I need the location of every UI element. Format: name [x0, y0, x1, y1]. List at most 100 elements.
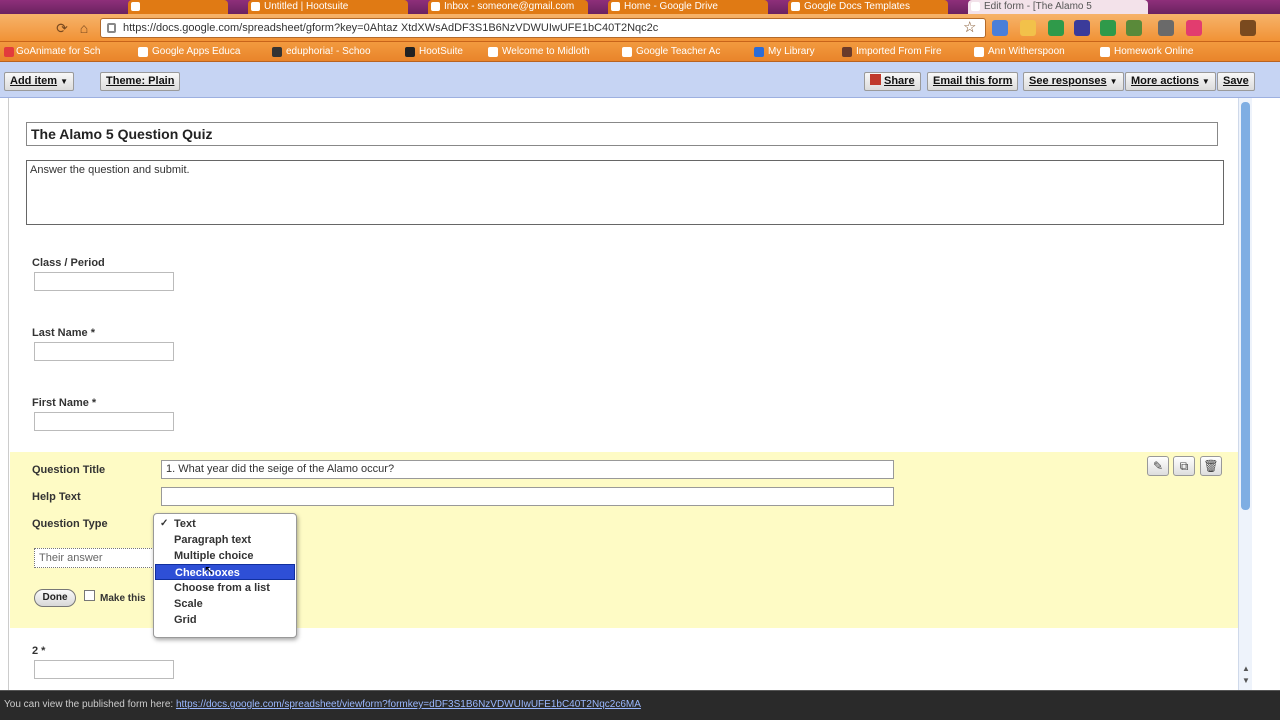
done-button[interactable]: Done — [34, 589, 76, 607]
scroll-up-icon[interactable]: ▲ — [1242, 664, 1250, 673]
extension-icon[interactable] — [1048, 20, 1064, 36]
theme-label: Theme: Plain — [106, 75, 175, 87]
see-responses-label: See responses — [1029, 75, 1107, 87]
email-form-button[interactable]: Email this form — [927, 72, 1019, 91]
bookmark-favicon-icon — [974, 47, 984, 57]
extension-icon[interactable] — [1100, 20, 1116, 36]
bookmark-favicon-icon — [272, 47, 282, 57]
bookmark-star-icon[interactable]: ☆ — [963, 18, 976, 36]
extension-icon[interactable] — [1020, 20, 1036, 36]
bookmark-item[interactable]: Google Teacher Ac — [620, 44, 720, 60]
menu-item-text[interactable]: ✓ Text — [155, 516, 295, 532]
browser-tab[interactable]: Inbox - someone@gmail.com — [428, 0, 588, 14]
field-input-first-name — [34, 412, 174, 431]
make-required-checkbox[interactable] — [84, 590, 95, 601]
tab-favicon-icon — [791, 2, 800, 11]
menu-item-multiple-choice[interactable]: Multiple choice — [155, 548, 295, 564]
duplicate-icon[interactable]: ⧉ — [1173, 456, 1195, 476]
menu-item-paragraph-text[interactable]: Paragraph text — [155, 532, 295, 548]
bookmark-favicon-icon — [488, 47, 498, 57]
lock-icon — [107, 23, 116, 33]
field-label-class-period: Class / Period — [32, 257, 105, 269]
browser-tab-strip: Untitled | Hootsuite Inbox - someone@gma… — [0, 0, 1280, 14]
field-label-last-name: Last Name * — [32, 327, 95, 339]
settings-wrench-icon[interactable] — [1240, 20, 1256, 36]
question-title-label: Question Title — [32, 464, 106, 476]
browser-tab[interactable]: Google Docs Templates — [788, 0, 948, 14]
mouse-pointer-icon: ↖ — [204, 563, 215, 577]
extension-icon[interactable] — [992, 20, 1008, 36]
form-editor-toolbar: Add item ▼ Theme: Plain Share Email this … — [0, 62, 1280, 98]
published-form-notice-text: You can view the published form here: — [4, 699, 174, 710]
bookmark-item[interactable]: Homework Online — [1098, 44, 1193, 60]
scroll-down-icon[interactable]: ▼ — [1242, 676, 1250, 685]
browser-tab-active[interactable]: Edit form - [The Alamo 5 — [968, 0, 1148, 14]
extension-icon[interactable] — [1158, 20, 1174, 36]
save-label: Save — [1223, 75, 1249, 87]
help-text-input[interactable] — [161, 487, 894, 506]
help-text-label: Help Text — [32, 491, 81, 503]
page-scrollbar[interactable]: ▲ ▼ — [1238, 98, 1252, 690]
question-2-label: 2 * — [32, 645, 46, 657]
tab-favicon-icon — [131, 2, 140, 11]
share-label: Share — [884, 75, 915, 87]
home-icon[interactable]: ⌂ — [76, 20, 92, 36]
published-form-notice: You can view the published form here: ht… — [4, 699, 641, 710]
tab-favicon-icon — [251, 2, 260, 11]
tab-favicon-icon — [971, 2, 980, 11]
status-bar: You can view the published form here: ht… — [0, 690, 1280, 720]
question-type-label: Question Type — [32, 518, 108, 530]
theme-button[interactable]: Theme: Plain — [100, 72, 181, 91]
address-bar[interactable]: https://docs.google.com/spreadsheet/gfor… — [100, 18, 986, 38]
bookmark-favicon-icon — [622, 47, 632, 57]
extension-icon[interactable] — [1126, 20, 1142, 36]
more-actions-button[interactable]: More actions ▼ — [1125, 72, 1216, 91]
question-2-input — [34, 660, 174, 679]
add-item-button[interactable]: Add item ▼ — [4, 72, 74, 91]
menu-item-checkboxes[interactable]: Checkboxes — [155, 564, 295, 580]
checkmark-icon: ✓ — [160, 518, 169, 529]
form-description-input[interactable]: Answer the question and submit. — [26, 160, 1224, 225]
browser-tab[interactable] — [128, 0, 228, 14]
reload-icon[interactable]: ⟳ — [54, 20, 70, 36]
form-title-input[interactable]: The Alamo 5 Question Quiz — [26, 122, 1218, 146]
question-type-menu: ✓ Text Paragraph text Multiple choice Che… — [153, 513, 297, 638]
bookmark-favicon-icon — [405, 47, 415, 57]
field-label-first-name: First Name * — [32, 397, 97, 409]
extension-icon[interactable] — [1074, 20, 1090, 36]
menu-item-grid[interactable]: Grid — [155, 612, 295, 628]
bookmark-item[interactable]: Imported From Fire — [840, 44, 942, 60]
see-responses-button[interactable]: See responses ▼ — [1023, 72, 1124, 91]
question-title-input[interactable]: 1. What year did the seige of the Alamo … — [161, 460, 894, 479]
share-button[interactable]: Share — [864, 72, 921, 91]
bookmarks-bar: GoAnimate for Sch Google Apps Educa edup… — [0, 42, 1280, 62]
bookmark-item[interactable]: Ann Witherspoon — [972, 44, 1065, 60]
bookmark-item[interactable]: HootSuite — [403, 44, 463, 60]
address-url: https://docs.google.com/spreadsheet/gfor… — [123, 22, 659, 34]
tab-favicon-icon — [611, 2, 620, 11]
edit-pencil-icon[interactable]: ✎ — [1147, 456, 1169, 476]
trash-icon[interactable]: 🗑 — [1200, 456, 1222, 476]
bookmark-item[interactable]: Google Apps Educa — [136, 44, 240, 60]
field-input-last-name — [34, 342, 174, 361]
save-button[interactable]: Save — [1217, 72, 1255, 91]
bookmark-item[interactable]: Welcome to Midloth — [486, 44, 590, 60]
chevron-down-icon: ▼ — [1109, 77, 1118, 86]
published-form-link[interactable]: https://docs.google.com/spreadsheet/view… — [176, 699, 641, 710]
answer-preview-field: Their answer — [34, 548, 154, 568]
tab-favicon-icon — [431, 2, 440, 11]
bookmark-favicon-icon — [138, 47, 148, 57]
more-actions-label: More actions — [1131, 75, 1199, 87]
menu-item-choose-from-list[interactable]: Choose from a list — [155, 580, 295, 596]
menu-item-scale[interactable]: Scale — [155, 596, 295, 612]
bookmark-item[interactable]: eduphoria! - Schoo — [270, 44, 371, 60]
bookmark-item[interactable]: GoAnimate for Sch — [2, 44, 100, 60]
browser-tab[interactable]: Untitled | Hootsuite — [248, 0, 408, 14]
share-icon — [870, 74, 881, 85]
scrollbar-thumb[interactable] — [1241, 102, 1250, 510]
extension-icon[interactable] — [1186, 20, 1202, 36]
bookmark-item[interactable]: My Library — [752, 44, 815, 60]
add-item-label: Add item — [10, 75, 58, 87]
browser-tab[interactable]: Home - Google Drive — [608, 0, 768, 14]
bookmark-favicon-icon — [1100, 47, 1110, 57]
